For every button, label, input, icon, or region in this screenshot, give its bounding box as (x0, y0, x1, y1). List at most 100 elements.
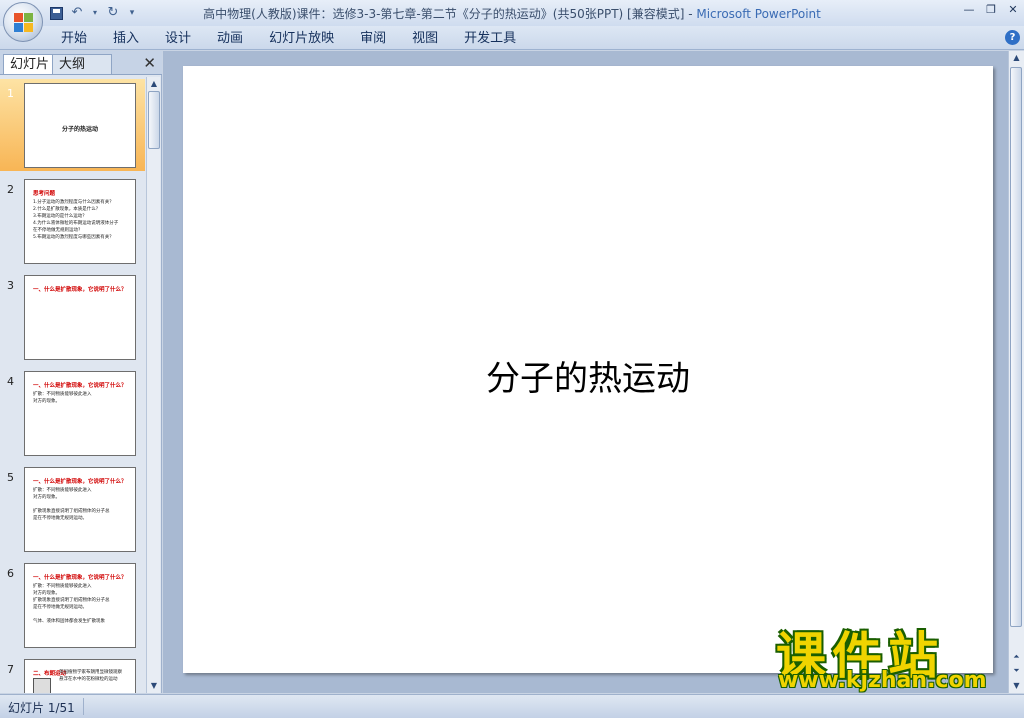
thumbnail-line: 1.分子运动的激烈程度与什么因素有关？ (33, 200, 114, 205)
title-separator: - (684, 7, 697, 21)
slide-thumbnail[interactable]: 思考问题 1.分子运动的激烈程度与什么因素有关？ 2.什么是扩散现象，本质是什么… (24, 179, 136, 264)
slide-thumbnail[interactable]: 分子的热运动 (24, 83, 136, 168)
slide-number: 3 (7, 279, 14, 292)
thumbnail-heading: 思考问题 (33, 191, 56, 197)
tab-view[interactable]: 视图 (399, 30, 451, 47)
next-slide-icon[interactable]: ⏷ (1010, 665, 1023, 677)
slide-number: 5 (7, 471, 14, 484)
status-divider (83, 698, 84, 715)
undo-icon[interactable]: ↶ (69, 5, 85, 21)
pane-tabs: 幻灯片 大纲 ✕ (0, 51, 162, 75)
thumbnail-line (33, 501, 131, 508)
thumbnail-line: 对方的现象。 (33, 495, 60, 500)
help-icon[interactable]: ? (1005, 30, 1020, 45)
slide-thumbnail[interactable]: 一、什么是扩散现象，它说明了什么？ 扩散：不同物质能够彼此进入 对方的现象。 扩… (24, 467, 136, 552)
tab-slideshow[interactable]: 幻灯片放映 (256, 30, 347, 47)
watermark-url: www.kjzhan.com (778, 668, 987, 693)
scroll-up-icon[interactable]: ▲ (148, 78, 160, 90)
slide-thumbnail-row[interactable]: 2 思考问题 1.分子运动的激烈程度与什么因素有关？ 2.什么是扩散现象，本质是… (0, 175, 145, 267)
thumbnail-line (33, 611, 131, 618)
slide-thumbnail-row[interactable]: 5 一、什么是扩散现象，它说明了什么？ 扩散：不同物质能够彼此进入 对方的现象。… (0, 463, 145, 555)
thumbnail-heading: 一、什么是扩散现象，它说明了什么？ (33, 575, 127, 581)
slide-number: 6 (7, 567, 14, 580)
status-bar: 幻灯片 1/51 (0, 694, 1024, 718)
slide-thumbnail-row[interactable]: 6 一、什么是扩散现象，它说明了什么？ 扩散：不同物质能够彼此进入 对方的现象。… (0, 559, 145, 651)
slide-thumbnail[interactable]: 二、布朗运动 英国植物学家布朗用显微镜观察 悬浮在水中的花粉微粒的运动 (24, 659, 136, 693)
slide-thumbnail-row[interactable]: 4 一、什么是扩散现象，它说明了什么？ 扩散：不同物质能够彼此进入 对方的现象。 (0, 367, 145, 459)
close-button[interactable]: ✕ (1006, 3, 1020, 17)
ribbon-tabs: 开始 插入 设计 动画 幻灯片放映 审阅 视图 开发工具 (48, 30, 529, 47)
office-logo-icon (14, 13, 34, 33)
office-button[interactable] (3, 2, 43, 42)
slide-thumbnail-row[interactable]: 7 二、布朗运动 英国植物学家布朗用显微镜观察 悬浮在水中的花粉微粒的运动 (0, 655, 145, 693)
thumbnail-line: 扩散：不同物质能够彼此进入 (33, 392, 92, 397)
thumbnail-line: 扩散：不同物质能够彼此进入 (33, 488, 92, 493)
thumbnail-body: 扩散：不同物质能够彼此进入 对方的现象。 (33, 391, 131, 405)
slide-thumbnail-row[interactable]: 3 一、什么是扩散现象，它说明了什么？ (0, 271, 145, 363)
redo-icon[interactable]: ↻ (105, 5, 121, 21)
qat-dropdown-icon[interactable]: ▾ (127, 5, 137, 21)
save-icon[interactable] (50, 6, 63, 20)
slide-number: 4 (7, 375, 14, 388)
slide-thumbnail-row[interactable]: 1 分子的热运动 (0, 79, 145, 171)
thumbnail-body: 扩散：不同物质能够彼此进入 对方的现象。 扩散现象直接说明了组成物体的分子总 是… (33, 487, 131, 522)
pane-close-icon[interactable]: ✕ (143, 55, 156, 71)
thumbnail-line: 扩散：不同物质能够彼此进入 (33, 584, 92, 589)
thumbnail-heading: 一、什么是扩散现象，它说明了什么？ (33, 383, 127, 389)
slide-number: 2 (7, 183, 14, 196)
slide-editor: 分子的热运动 (163, 51, 1008, 693)
slide-title[interactable]: 分子的热运动 (183, 351, 993, 400)
restore-button[interactable]: ❐ (984, 3, 998, 17)
thumbnail-line: 扩散现象直接说明了组成物体的分子总 (33, 598, 110, 603)
slide-thumbnail[interactable]: 一、什么是扩散现象，它说明了什么？ 扩散：不同物质能够彼此进入 对方的现象。 扩… (24, 563, 136, 648)
scroll-thumb[interactable] (1010, 67, 1022, 627)
thumbnail-line: 在不停地做无规则运动？ (33, 228, 83, 233)
minimize-button[interactable]: — (962, 3, 976, 17)
thumbnail-line: 是在不停地做无规则运动。 (33, 516, 87, 521)
thumbnail-line: 3.布朗运动的是什么运动？ (33, 214, 87, 219)
thumbnail-line: 是在不停地做无规则运动。 (33, 605, 87, 610)
thumbnail-heading: 一、什么是扩散现象，它说明了什么？ (33, 479, 127, 485)
undo-dropdown-icon[interactable]: ▾ (91, 5, 99, 21)
document-name: 高中物理(人教版)课件：选修3-3-第七章-第二节《分子的热运动》(共50张PP… (203, 7, 685, 21)
editor-scrollbar[interactable]: ▲ ⏶ ⏷ ▼ (1008, 51, 1024, 693)
tab-design[interactable]: 设计 (152, 30, 204, 47)
slide-thumbnail-list: 1 分子的热运动 2 思考问题 1.分子运动的激烈程度与什么因素有关？ 2.什么… (0, 77, 145, 693)
slide-counter: 幻灯片 1/51 (8, 701, 75, 715)
tab-review[interactable]: 审阅 (347, 30, 399, 47)
window-controls: — ❐ ✕ (962, 3, 1020, 17)
app-name: Microsoft PowerPoint (696, 7, 821, 21)
thumbnail-line: 2.什么是扩散现象，本质是什么？ (33, 207, 101, 212)
portrait-image (33, 678, 51, 693)
thumbnail-body: 1.分子运动的激烈程度与什么因素有关？ 2.什么是扩散现象，本质是什么？ 3.布… (33, 199, 131, 241)
tab-home[interactable]: 开始 (48, 30, 100, 47)
scroll-thumb[interactable] (148, 91, 160, 149)
slide-number: 7 (7, 663, 14, 676)
scroll-down-icon[interactable]: ▼ (1010, 680, 1023, 692)
thumbnail-line: 4.为什么液体微粒的布朗运动说明液体分子 (33, 221, 119, 226)
slides-pane-scrollbar[interactable]: ▲ ▼ (146, 77, 160, 693)
thumbnail-line: 对方的现象。 (33, 591, 60, 596)
thumbnail-body: 扩散：不同物质能够彼此进入 对方的现象。 扩散现象直接说明了组成物体的分子总 是… (33, 583, 131, 625)
thumbnail-line: 对方的现象。 (33, 399, 60, 404)
tab-outline[interactable]: 大纲 (52, 54, 112, 74)
scroll-down-icon[interactable]: ▼ (148, 680, 160, 692)
tab-insert[interactable]: 插入 (100, 30, 152, 47)
quick-access-toolbar: ↶ ▾ ↻ ▾ (50, 4, 137, 22)
scroll-up-icon[interactable]: ▲ (1010, 52, 1023, 64)
slide-thumbnail[interactable]: 一、什么是扩散现象，它说明了什么？ (24, 275, 136, 360)
tab-slides[interactable]: 幻灯片 (3, 54, 57, 74)
thumbnail-body: 英国植物学家布朗用显微镜观察 悬浮在水中的花粉微粒的运动 (59, 669, 131, 683)
current-slide[interactable]: 分子的热运动 (183, 66, 993, 673)
previous-slide-icon[interactable]: ⏶ (1010, 651, 1023, 663)
tab-developer[interactable]: 开发工具 (451, 30, 529, 47)
watermark: 课件站 www.kjzhan.com (772, 616, 1007, 693)
title-bar: 高中物理(人教版)课件：选修3-3-第七章-第二节《分子的热运动》(共50张PP… (0, 0, 1024, 26)
tab-animation[interactable]: 动画 (204, 30, 256, 47)
slide-thumbnail[interactable]: 一、什么是扩散现象，它说明了什么？ 扩散：不同物质能够彼此进入 对方的现象。 (24, 371, 136, 456)
ribbon: 开始 插入 设计 动画 幻灯片放映 审阅 视图 开发工具 ? (0, 26, 1024, 50)
thumbnail-heading: 一、什么是扩散现象，它说明了什么？ (33, 287, 127, 293)
window-title: 高中物理(人教版)课件：选修3-3-第七章-第二节《分子的热运动》(共50张PP… (0, 5, 1024, 22)
thumbnail-line: 气体、液体和固体都会发生扩散现象 (33, 619, 105, 624)
thumbnail-title: 分子的热运动 (61, 126, 98, 133)
